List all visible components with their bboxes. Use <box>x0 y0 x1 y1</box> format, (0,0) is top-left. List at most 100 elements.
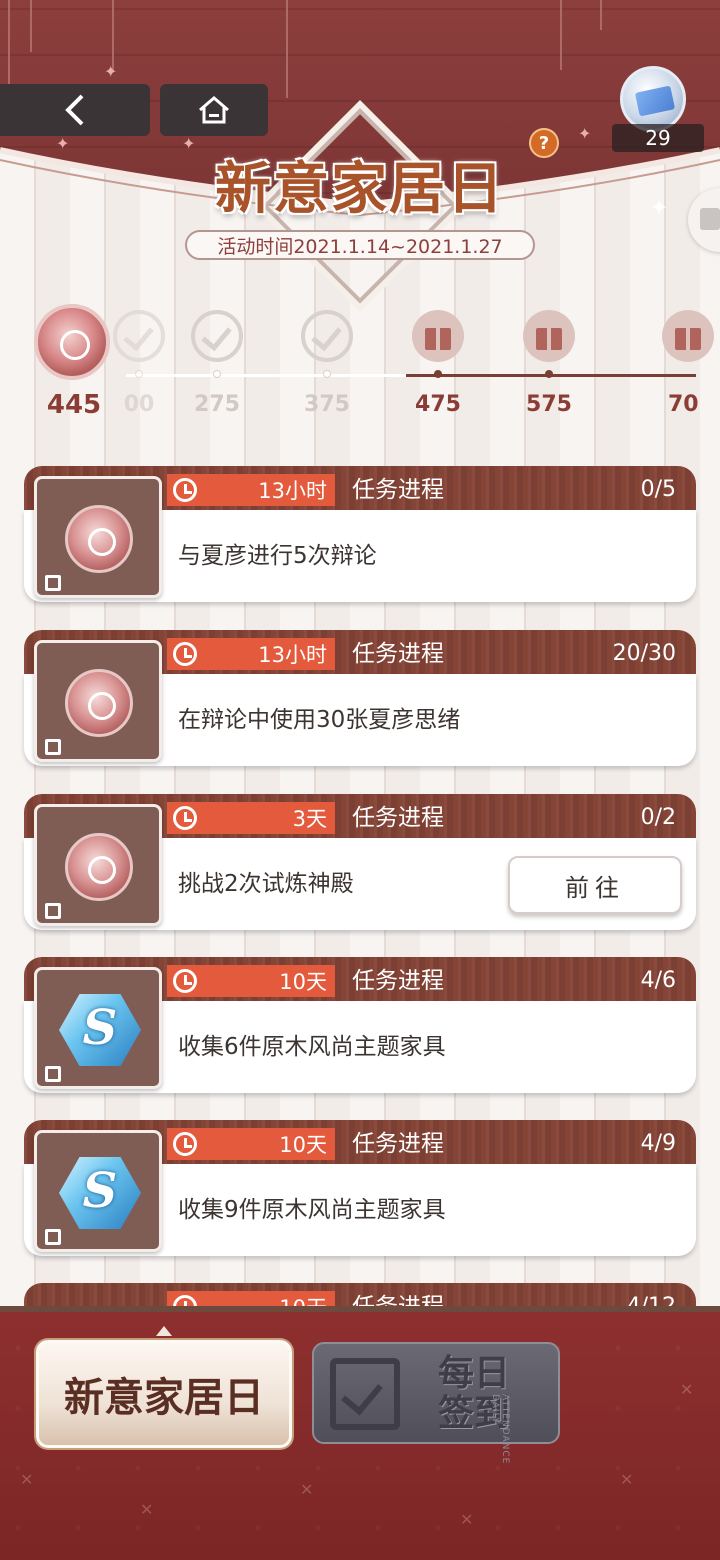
gift-icon <box>412 310 464 362</box>
task-reward-thumb[interactable] <box>34 476 162 598</box>
tab-daily-sub: 签到 <box>437 1393 510 1434</box>
medal-icon <box>65 505 133 573</box>
milestone-dot <box>434 370 442 378</box>
milestone[interactable]: 475 <box>403 310 473 417</box>
milestone-dot <box>545 370 553 378</box>
task-progress-value: 20/30 <box>612 641 676 666</box>
task-progress-label: 任务进程 <box>352 641 444 667</box>
ticket-currency[interactable]: 29 <box>608 66 704 156</box>
progress-track: 445 00 275 375 475 575 70 <box>0 300 720 430</box>
hanging-decoration <box>560 0 562 70</box>
task-reward-thumb[interactable] <box>34 804 162 926</box>
task-timer: 10天 <box>167 1128 335 1160</box>
task-reward-thumb[interactable]: S <box>34 1130 162 1252</box>
milestone[interactable]: 375 <box>292 310 362 417</box>
go-button[interactable]: 前往 <box>508 856 682 914</box>
milestone-label: 375 <box>304 392 350 417</box>
copy-icon <box>45 1066 61 1082</box>
gem-letter: S <box>82 1163 118 1219</box>
milestone[interactable]: 275 <box>182 310 252 417</box>
milestone-dot <box>213 370 221 378</box>
task-progress-label: 任务进程 <box>352 1294 444 1307</box>
task-timer-text: 10天 <box>279 1292 327 1307</box>
x-decoration: ✕ <box>300 1480 314 1499</box>
check-circle-icon <box>113 310 165 362</box>
sparkle-icon: ✦ <box>56 134 70 153</box>
tab-event[interactable]: 新意家居日 <box>36 1340 292 1448</box>
copy-icon <box>45 1229 61 1245</box>
hanging-decoration <box>286 0 288 98</box>
clock-icon <box>173 642 197 666</box>
task-progress-label: 任务进程 <box>352 477 444 503</box>
milestone[interactable]: 70 <box>650 310 720 417</box>
copy-icon <box>45 739 61 755</box>
task-timer-text: 13小时 <box>258 479 327 503</box>
task-card: 13小时 任务进程 0/5 与夏彦进行5次辩论 <box>24 466 696 606</box>
milestone-label: 575 <box>526 392 572 417</box>
tab-daily-attendance[interactable]: 每日 签到 ATTENDANCE DAILY <box>312 1342 560 1464</box>
task-timer-text: 10天 <box>279 970 327 994</box>
copy-icon <box>45 903 61 919</box>
task-reward-thumb[interactable]: S <box>34 967 162 1089</box>
task-timer: 13小时 <box>167 638 335 670</box>
milestone[interactable]: 00 <box>104 310 174 417</box>
gem-letter: S <box>82 1000 118 1056</box>
milestone-label: 00 <box>123 392 155 417</box>
x-decoration: ✕ <box>20 1470 34 1489</box>
clock-icon <box>173 1132 197 1156</box>
task-timer-text: 3天 <box>292 807 327 831</box>
x-decoration: ✕ <box>620 1470 634 1489</box>
x-decoration: ✕ <box>680 1380 694 1399</box>
milestone-dot <box>135 370 143 378</box>
task-card: S 10天 任务进程 4/6 收集6件原木风尚主题家具 <box>24 957 696 1097</box>
clock-icon <box>173 806 197 830</box>
event-title: 新意家居日 <box>215 156 505 222</box>
medal-icon <box>65 669 133 737</box>
event-emblem: 新意家居日 活动时间2021.1.14~2021.1.27 <box>175 100 545 313</box>
active-tab-indicator <box>156 1326 172 1336</box>
task-progress-label: 任务进程 <box>352 805 444 831</box>
tab-daily-title: 每日 <box>437 1353 510 1394</box>
task-reward-thumb[interactable] <box>34 640 162 762</box>
task-timer: 13小时 <box>167 474 335 506</box>
sparkle-icon: ✦ <box>104 62 118 81</box>
task-timer: 3天 <box>167 802 335 834</box>
copy-icon <box>45 575 61 591</box>
ticket-icon <box>620 66 686 132</box>
task-progress-value: 4/12 <box>626 1294 676 1307</box>
task-card: 3天 任务进程 0/2 挑战2次试炼神殿 前往 <box>24 794 696 934</box>
medal-icon <box>65 833 133 901</box>
task-card: 10天 任务进程 4/12 <box>24 1283 696 1307</box>
hanging-decoration <box>600 0 602 30</box>
milestone[interactable]: 575 <box>514 310 584 417</box>
task-description: 收集6件原木风尚主题家具 <box>178 1034 446 1060</box>
milestone-label: 70 <box>668 392 699 417</box>
back-button[interactable] <box>0 84 150 136</box>
ticket-count: 29 <box>612 124 704 152</box>
clock-icon <box>173 969 197 993</box>
task-description: 收集9件原木风尚主题家具 <box>178 1197 446 1223</box>
gift-icon <box>523 310 575 362</box>
check-circle-icon <box>301 310 353 362</box>
progress-current-value: 445 <box>46 390 102 420</box>
task-timer: 10天 <box>167 965 335 997</box>
task-progress-value: 0/2 <box>640 805 676 830</box>
task-timer-text: 13小时 <box>258 643 327 667</box>
task-card: 13小时 任务进程 20/30 在辩论中使用30张夏彦思绪 <box>24 630 696 770</box>
checklist-icon <box>330 1358 400 1430</box>
x-decoration: ✕ <box>460 1510 474 1529</box>
hanging-decoration <box>30 0 32 52</box>
gift-icon <box>662 310 714 362</box>
x-decoration: ✕ <box>140 1500 154 1519</box>
hanging-decoration <box>8 0 10 92</box>
check-circle-icon <box>191 310 243 362</box>
clock-icon <box>173 478 197 502</box>
task-progress-label: 任务进程 <box>352 968 444 994</box>
task-progress-value: 0/5 <box>640 477 676 502</box>
task-timer-text: 10天 <box>279 1133 327 1157</box>
task-progress-label: 任务进程 <box>352 1131 444 1157</box>
task-description: 在辩论中使用30张夏彦思绪 <box>178 707 461 733</box>
task-progress-value: 4/9 <box>640 1131 676 1156</box>
task-progress-value: 4/6 <box>640 968 676 993</box>
sparkle-icon: ✦ <box>578 124 592 143</box>
